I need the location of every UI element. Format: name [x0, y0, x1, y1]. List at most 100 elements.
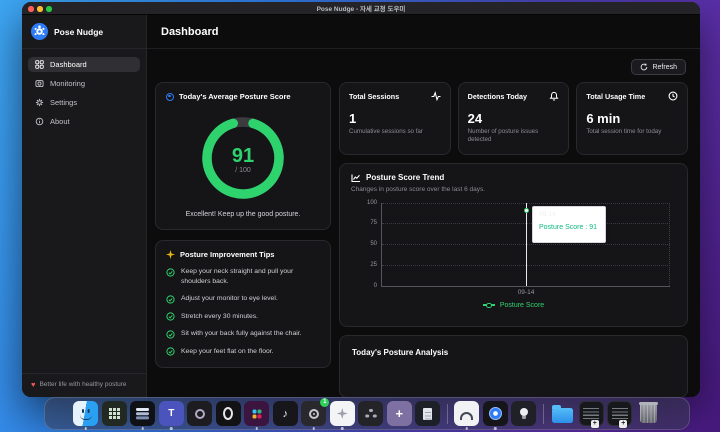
music-note-icon: ♪ — [283, 408, 289, 420]
sidebar-item-dashboard[interactable]: Dashboard — [28, 57, 140, 72]
heart-icon: ♥ — [31, 381, 35, 389]
dock-separator — [447, 404, 448, 424]
app-logo-turtle-icon — [31, 23, 48, 40]
dock-icon-lightbulb-app[interactable] — [511, 401, 536, 426]
dock-icon-grid-app[interactable] — [102, 401, 127, 426]
minimize-window-button[interactable] — [37, 6, 43, 12]
opera-o-icon — [223, 407, 233, 420]
stat-subtitle: Number of posture issues detected — [468, 128, 560, 145]
traffic-lights — [28, 6, 52, 12]
tip-item: Stretch every 30 minutes. — [166, 312, 320, 322]
sidebar-nav: Dashboard Monitoring — [22, 49, 146, 373]
stat-value: 6 min — [586, 111, 678, 126]
folder-icon — [552, 408, 573, 423]
plus-badge: + — [591, 420, 599, 428]
stat-subtitle: Cumulative sessions so far — [349, 128, 441, 136]
check-circle-icon — [166, 295, 175, 304]
tip-item: Sit with your back fully against the cha… — [166, 329, 320, 339]
clock-icon — [668, 91, 678, 101]
sparkles-icon — [166, 250, 175, 259]
lightbulb-icon — [520, 408, 528, 416]
sidebar-item-monitoring[interactable]: Monitoring — [28, 76, 140, 91]
stat-title: Detections Today — [468, 92, 527, 101]
score-card-title: Today's Average Posture Score — [179, 92, 291, 101]
trend-subtitle: Changes in posture score over the last 6… — [351, 186, 676, 193]
analysis-title: Today's Posture Analysis — [352, 348, 675, 357]
dock-icon-code-window-2[interactable]: + — [607, 401, 632, 426]
check-circle-icon — [166, 347, 175, 356]
data-point[interactable] — [524, 208, 529, 213]
close-window-button[interactable] — [28, 6, 34, 12]
code-lines-icon — [612, 408, 628, 419]
app-window: Pose Nudge - 자세 교정 도우미 — [22, 2, 700, 397]
check-circle-icon — [166, 330, 175, 339]
trend-title: Posture Score Trend — [366, 173, 444, 182]
app-name: Pose Nudge — [54, 27, 103, 37]
stats-row: Total Sessions 1 Cumulative sessions so … — [339, 82, 688, 155]
left-column: Today's Average Posture Score 91 / 100 — [155, 82, 331, 368]
right-column: Total Sessions 1 Cumulative sessions so … — [339, 82, 688, 397]
refresh-button[interactable]: Refresh — [631, 59, 686, 75]
dock-icon-stack-app[interactable] — [130, 401, 155, 426]
analysis-card: Today's Posture Analysis — [339, 335, 688, 397]
tooltip-value: Posture Score : 91 — [539, 224, 599, 231]
grid-cells-icon — [109, 408, 112, 411]
x-tick: 09-14 — [518, 289, 535, 296]
tips-card-title: Posture Improvement Tips — [180, 250, 274, 259]
sidebar-item-settings[interactable]: Settings — [28, 95, 140, 110]
sidebar-footer: ♥ Better life with healthy posture — [22, 373, 146, 398]
y-tick: 100 — [355, 200, 377, 206]
code-lines-icon — [583, 408, 599, 419]
dock-icon-cross-app[interactable]: + — [387, 401, 412, 426]
refresh-label: Refresh — [652, 64, 677, 71]
check-circle-icon — [166, 268, 175, 277]
three-dots-icon — [369, 409, 373, 413]
stat-card-total-sessions: Total Sessions 1 Cumulative sessions so … — [339, 82, 451, 155]
dock-icon-dots-app[interactable] — [358, 401, 383, 426]
dock-icon-folder[interactable] — [550, 401, 575, 426]
check-circle-icon — [166, 312, 175, 321]
score-gauge: 91 / 100 — [166, 114, 320, 202]
tips-card: Posture Improvement Tips Keep your neck … — [155, 240, 331, 368]
sidebar-item-label: Dashboard — [50, 60, 87, 69]
chart-cursor-line — [526, 203, 527, 286]
sidebar-header: Pose Nudge — [22, 15, 146, 49]
tip-item: Keep your neck straight and pull your sh… — [166, 267, 320, 286]
legend-label: Posture Score — [500, 302, 544, 309]
zoom-window-button[interactable] — [46, 6, 52, 12]
y-tick: 50 — [355, 241, 377, 247]
y-tick: 0 — [355, 283, 377, 289]
stack-bars-icon — [136, 408, 149, 410]
dock-icon-music[interactable]: ♪ — [273, 401, 298, 426]
dock-icon-pose-nudge[interactable] — [483, 401, 508, 426]
window-titlebar[interactable]: Pose Nudge - 자세 교정 도우미 — [22, 2, 700, 15]
dock-icon-slack[interactable] — [244, 401, 269, 426]
dock-icon-arch-app[interactable] — [454, 401, 479, 426]
dock-icon-ring-app[interactable] — [187, 401, 212, 426]
stat-card-detections-today: Detections Today 24 Number of posture is… — [458, 82, 570, 155]
sidebar-item-about[interactable]: About — [28, 114, 140, 129]
posture-score-card: Today's Average Posture Score 91 / 100 — [155, 82, 331, 230]
chart-tooltip: 09-14 Posture Score : 91 — [532, 206, 606, 243]
legend-marker-icon — [483, 304, 495, 306]
dock-icon-code-window-1[interactable]: + — [579, 401, 604, 426]
trend-card: Posture Score Trend Changes in posture s… — [339, 163, 688, 327]
dock-icon-trash[interactable] — [636, 401, 661, 426]
score-message: Excellent! Keep up the good posture. — [166, 211, 320, 221]
teams-glyph: T — [168, 408, 174, 419]
score-value: 91 — [232, 145, 254, 167]
sparkle-icon — [337, 408, 348, 419]
dock-icon-helm-app[interactable]: 1 — [301, 401, 326, 426]
stat-title: Total Usage Time — [586, 92, 645, 101]
dock-icon-document-app[interactable] — [415, 401, 440, 426]
chart-legend: Posture Score — [351, 302, 676, 309]
dashboard-grid-icon — [35, 60, 44, 69]
dock-icon-teams[interactable]: T — [159, 401, 184, 426]
dock-icon-sparkle-app[interactable] — [330, 401, 355, 426]
dock-icon-finder[interactable] — [73, 401, 98, 426]
document-icon — [423, 408, 432, 420]
trend-chart[interactable]: 100 75 50 25 0 09-14 Posture S — [381, 203, 670, 287]
desktop: Pose Nudge - 자세 교정 도우미 — [0, 0, 720, 432]
dock-icon-opera[interactable] — [216, 401, 241, 426]
window-title: Pose Nudge - 자세 교정 도우미 — [317, 3, 406, 13]
